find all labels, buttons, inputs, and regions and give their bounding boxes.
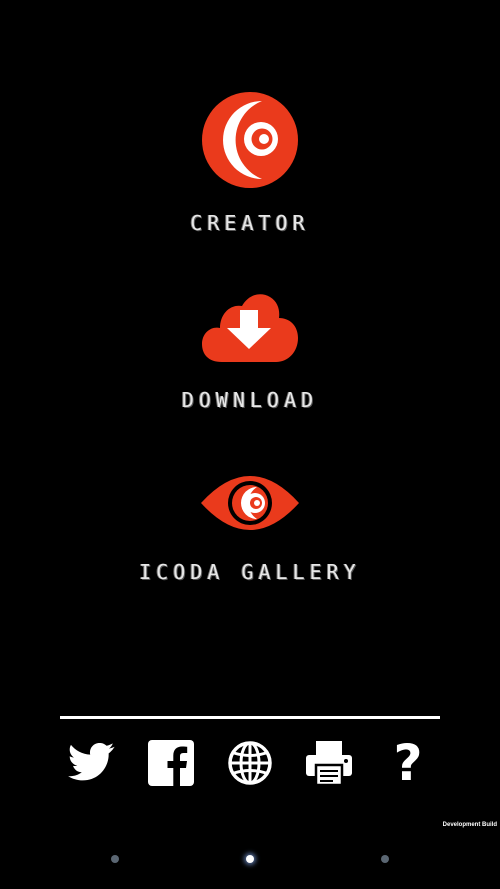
page-indicator-dot[interactable] — [381, 855, 389, 863]
printer-icon — [306, 741, 352, 786]
help-icon: ? — [393, 734, 423, 792]
creator-label: CREATOR — [190, 211, 310, 235]
facebook-button[interactable] — [146, 738, 196, 788]
globe-icon — [228, 741, 272, 785]
facebook-icon — [148, 740, 194, 786]
social-bar: ? — [0, 738, 500, 788]
twitter-button[interactable] — [66, 738, 116, 788]
twitter-bird-icon — [68, 743, 115, 781]
help-button[interactable]: ? — [383, 738, 433, 788]
website-button[interactable] — [225, 738, 275, 788]
creator-menu-item[interactable]: CREATOR — [0, 90, 500, 240]
gallery-menu-item[interactable]: ICODA GALLERY — [0, 475, 500, 590]
development-build-label: Development Build — [442, 822, 497, 828]
download-menu-item[interactable]: DOWNLOAD — [0, 288, 500, 418]
eye-gallery-icon — [201, 476, 299, 530]
gallery-label: ICODA GALLERY — [139, 560, 361, 584]
page-indicator-dot[interactable] — [111, 855, 119, 863]
print-button[interactable] — [304, 738, 354, 788]
download-label: DOWNLOAD — [181, 388, 319, 412]
footer-divider — [60, 716, 440, 719]
cloud-download-icon — [202, 294, 298, 362]
creator-logo-icon — [202, 92, 298, 188]
page-indicator-dot-active[interactable] — [246, 855, 254, 863]
